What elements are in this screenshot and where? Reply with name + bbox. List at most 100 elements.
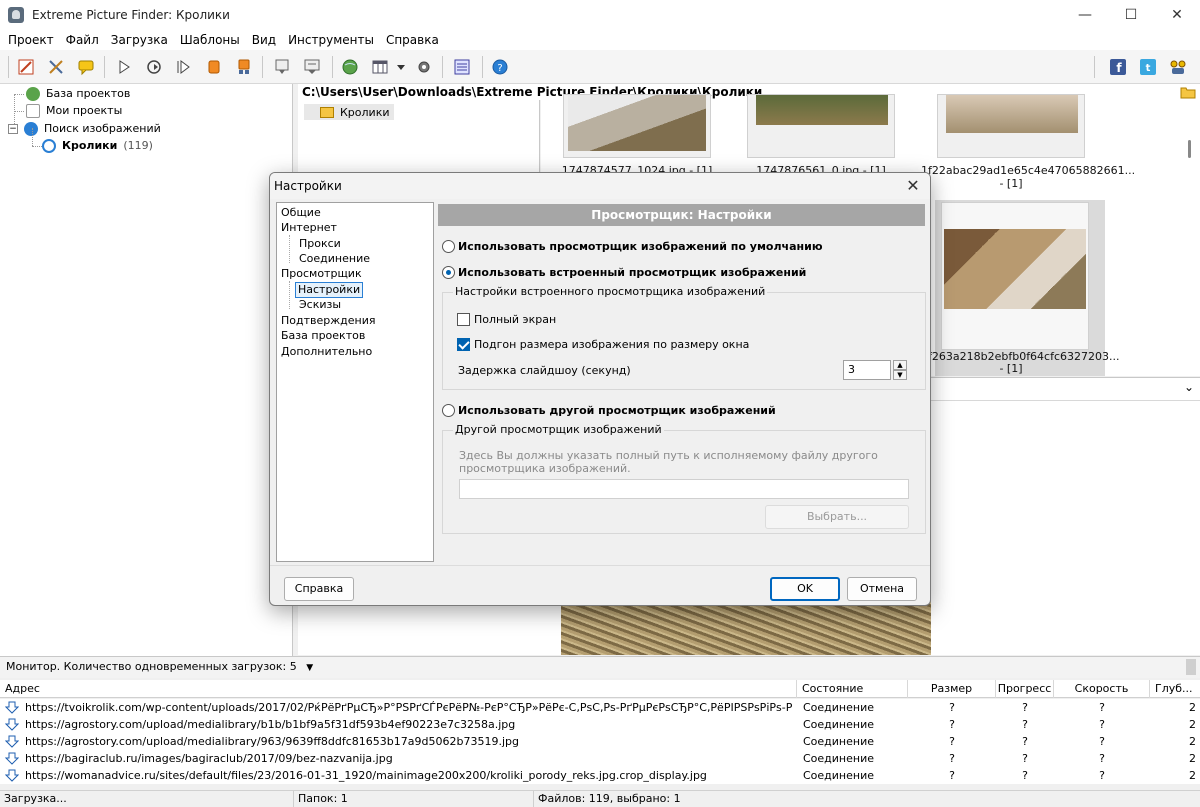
settings-dialog: Настройки ✕ Общие Интернет Прокси Соедин…	[269, 172, 931, 606]
settings-tree-confirmations[interactable]: Подтверждения	[281, 314, 376, 328]
maximize-icon[interactable]: ☐	[1108, 0, 1154, 30]
tree-item-rabbits[interactable]: Кролики (119)	[42, 137, 153, 154]
tree-item-projects-db[interactable]: База проектов	[26, 85, 130, 102]
radio-builtin-viewer[interactable]: Использовать встроенный просмотрщик изоб…	[442, 266, 806, 279]
column-address[interactable]: Адрес	[0, 680, 797, 698]
radio-default-viewer-control[interactable]	[442, 240, 455, 253]
menu-project[interactable]: Проект	[2, 33, 60, 47]
close-icon[interactable]: ✕	[1154, 0, 1200, 30]
row-depth: 2	[1189, 735, 1196, 748]
view-mode-dropdown-icon[interactable]	[394, 57, 408, 77]
row-speed: ?	[1099, 769, 1105, 782]
stepper-up-icon[interactable]: ▲	[893, 360, 907, 370]
settings-tree-projects-db[interactable]: База проектов	[281, 329, 365, 343]
play-icon[interactable]	[114, 57, 134, 77]
column-progress[interactable]: Прогресс	[996, 680, 1054, 698]
settings-tree-connection[interactable]: Соединение	[299, 252, 370, 266]
menu-view[interactable]: Вид	[246, 33, 282, 47]
row-url: https://bagiraclub.ru/images/bagiraclub/…	[25, 752, 393, 765]
fit-window-checkbox[interactable]: Подгон размера изображения по размеру ок…	[457, 338, 749, 351]
column-state[interactable]: Состояние	[797, 680, 908, 698]
cancel-button[interactable]: Отмена	[847, 577, 917, 601]
slideshow-delay-input[interactable]: 3	[843, 360, 891, 380]
tree-item-label: База проектов	[46, 87, 131, 100]
fit-window-checkbox-control[interactable]	[457, 338, 470, 351]
settings-tree-viewer[interactable]: Просмотрщик	[281, 267, 362, 281]
settings-tree-thumbnails[interactable]: Эскизы	[299, 298, 341, 312]
dialog-title: Настройки	[270, 173, 930, 199]
radio-builtin-viewer-control[interactable]	[442, 266, 455, 279]
table-row[interactable]: https://agrostory.com/upload/medialibrar…	[0, 733, 1200, 750]
tree-item-image-search[interactable]: − Поиск изображений	[8, 120, 161, 137]
stepper-down-icon[interactable]: ▼	[893, 370, 907, 380]
thumbnail-card[interactable]	[941, 202, 1089, 350]
stop-icon[interactable]	[204, 57, 224, 77]
view-mode-icon[interactable]	[370, 57, 390, 77]
ok-button[interactable]: OK	[770, 577, 840, 601]
column-speed[interactable]: Скорость	[1054, 680, 1150, 698]
database-icon	[26, 86, 40, 101]
thumbnail-scrollbar[interactable]	[1185, 100, 1200, 376]
fullscreen-checkbox-control[interactable]	[457, 313, 470, 326]
collapse-toggle-icon[interactable]: −	[8, 123, 18, 134]
help-icon[interactable]: ?	[490, 57, 510, 77]
table-row[interactable]: https://agrostory.com/upload/medialibrar…	[0, 716, 1200, 733]
minimize-icon[interactable]: —	[1062, 0, 1108, 30]
comment-icon[interactable]	[76, 57, 96, 77]
community-icon[interactable]	[1168, 57, 1188, 77]
settings-gear-icon[interactable]	[414, 57, 434, 77]
app-logo-icon	[8, 7, 24, 23]
thumbnail-card[interactable]	[747, 94, 895, 158]
stop-all-icon[interactable]	[234, 57, 254, 77]
settings-tree-advanced[interactable]: Дополнительно	[281, 345, 372, 359]
group-label: Другой просмотрщик изображений	[453, 423, 664, 436]
menu-templates[interactable]: Шаблоны	[174, 33, 246, 47]
other-viewer-path-input[interactable]	[459, 479, 909, 499]
thumbnail-card[interactable]	[937, 94, 1085, 158]
settings-tree-viewer-settings[interactable]: Настройки	[295, 282, 364, 298]
monitor-scroll-handle[interactable]	[1186, 659, 1196, 675]
fullscreen-checkbox[interactable]: Полный экран	[457, 313, 556, 326]
twitter-icon[interactable]: t	[1138, 57, 1158, 77]
refresh-icon[interactable]	[144, 57, 164, 77]
browse-button[interactable]: Выбрать...	[765, 505, 909, 529]
table-row[interactable]: https://womanadvice.ru/sites/default/fil…	[0, 767, 1200, 784]
step-icon[interactable]	[174, 57, 194, 77]
web-globe-icon[interactable]	[340, 57, 360, 77]
radio-default-viewer[interactable]: Использовать просмотрщик изображений по …	[442, 240, 823, 253]
column-depth[interactable]: Глуб...	[1150, 680, 1200, 698]
settings-tree-general[interactable]: Общие	[281, 206, 321, 220]
menu-download[interactable]: Загрузка	[105, 33, 174, 47]
folder-item[interactable]: Кролики	[304, 104, 394, 120]
radio-other-viewer[interactable]: Использовать другой просмотрщик изображе…	[442, 404, 776, 417]
chevron-down-icon[interactable]: ⌄	[1184, 380, 1194, 394]
image-viewer-icon[interactable]	[452, 57, 472, 77]
row-size: ?	[949, 752, 955, 765]
help-button[interactable]: Справка	[284, 577, 354, 601]
menu-tools[interactable]: Инструменты	[282, 33, 380, 47]
open-folder-icon[interactable]	[1180, 85, 1196, 99]
table-row[interactable]: https://tvoikrolik.com/wp-content/upload…	[0, 699, 1200, 716]
row-state: Соединение	[803, 769, 875, 782]
facebook-icon[interactable]: f	[1108, 57, 1128, 77]
edit-project-icon[interactable]	[16, 57, 36, 77]
close-icon[interactable]: ✕	[902, 175, 924, 197]
toolbar-separator	[8, 56, 9, 78]
settings-tree-internet[interactable]: Интернет	[281, 221, 337, 235]
scrollbar-thumb[interactable]	[1188, 140, 1191, 158]
menu-help[interactable]: Справка	[380, 33, 445, 47]
tree-item-my-projects[interactable]: Мои проекты	[26, 102, 122, 119]
settings-tree-proxy[interactable]: Прокси	[299, 237, 341, 251]
tools-icon[interactable]	[46, 57, 66, 77]
thumbnail-caption: 1f22abac29ad1e65c4e47065882661...	[921, 164, 1136, 177]
download-all-icon[interactable]	[302, 57, 322, 77]
radio-other-viewer-control[interactable]	[442, 404, 455, 417]
chevron-down-icon[interactable]: ▼	[306, 663, 313, 673]
preview-image	[561, 600, 931, 655]
thumbnail-card[interactable]	[563, 94, 711, 158]
download-icon[interactable]	[272, 57, 292, 77]
table-row[interactable]: https://bagiraclub.ru/images/bagiraclub/…	[0, 750, 1200, 767]
slideshow-delay-stepper[interactable]: 3 ▲ ▼	[843, 360, 907, 380]
column-size[interactable]: Размер	[908, 680, 996, 698]
menu-file[interactable]: Файл	[60, 33, 105, 47]
